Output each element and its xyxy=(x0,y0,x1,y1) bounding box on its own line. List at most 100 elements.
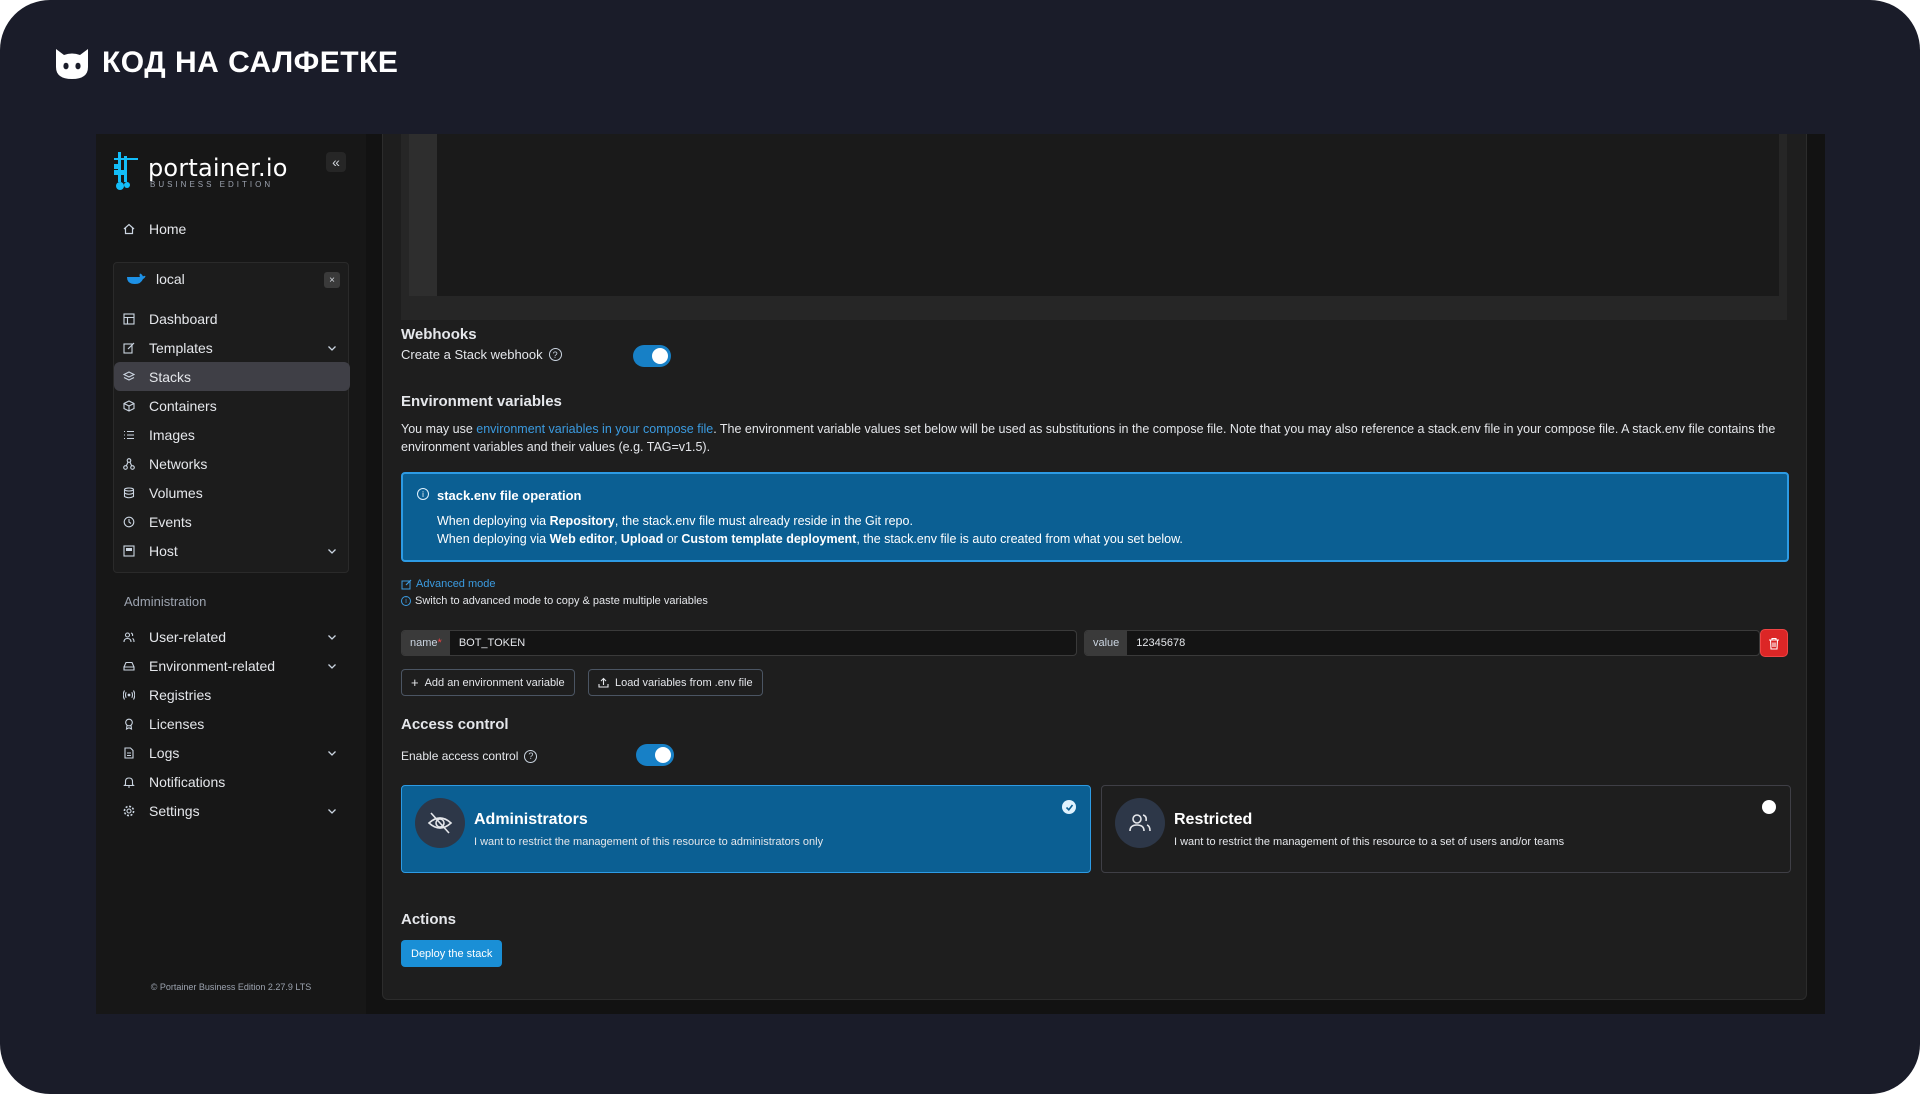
stack-env-info-box: i stack.env file operation When deployin… xyxy=(401,472,1789,562)
file-icon xyxy=(122,746,136,760)
administrators-option-card[interactable]: Administrators I want to restrict the ma… xyxy=(401,785,1091,873)
chevron-down-icon xyxy=(326,746,338,758)
version-footer: © Portainer Business Edition 2.27.9 LTS xyxy=(150,982,312,992)
bell-icon xyxy=(122,775,136,789)
name-addon: name * xyxy=(402,631,450,655)
webhook-label: Create a Stack webhook ? xyxy=(401,347,562,362)
plus-icon: + xyxy=(411,675,419,690)
sidebar-item-logs[interactable]: Logs xyxy=(114,738,350,767)
sidebar-item-user-related[interactable]: User-related xyxy=(114,622,350,651)
load-env-file-label: Load variables from .env file xyxy=(615,676,753,689)
close-environment-button[interactable]: × xyxy=(324,272,340,288)
settings-icon xyxy=(122,804,136,818)
database-icon xyxy=(122,486,136,500)
sidebar-item-environment-related[interactable]: Environment-related xyxy=(114,651,350,680)
brand-header: КОД НА САЛФЕТКЕ xyxy=(52,43,398,83)
value-addon: value xyxy=(1085,631,1128,655)
brand-title: КОД НА САЛФЕТКЕ xyxy=(102,46,399,79)
radio-button[interactable] xyxy=(1762,800,1776,814)
portainer-crane-icon xyxy=(114,152,138,190)
environment-header[interactable]: local xyxy=(126,271,185,287)
chevron-down-icon xyxy=(326,341,338,353)
env-vars-heading: Environment variables xyxy=(401,393,562,410)
deploy-stack-button[interactable]: Deploy the stack xyxy=(401,940,503,967)
trash-icon xyxy=(1769,637,1779,650)
env-vars-docs-link[interactable]: environment variables in your compose fi… xyxy=(476,422,713,436)
sidebar-item-home[interactable]: Home xyxy=(114,214,350,243)
sidebar-item-label: Dashboard xyxy=(149,310,218,327)
access-control-label-text: Enable access control xyxy=(401,749,519,763)
add-env-variable-label: Add an environment variable xyxy=(424,676,565,689)
sidebar-item-settings[interactable]: Settings xyxy=(114,796,350,825)
editor-container xyxy=(401,134,1787,320)
access-control-label: Enable access control ? xyxy=(401,749,538,763)
info-title: stack.env file operation xyxy=(437,488,582,503)
list-icon xyxy=(122,428,136,442)
box-icon xyxy=(122,399,136,413)
sidebar-item-label: Home xyxy=(149,220,187,237)
sidebar-item-label: Stacks xyxy=(149,368,192,385)
administrators-description: I want to restrict the management of thi… xyxy=(474,836,824,848)
layers-icon xyxy=(122,370,136,384)
help-icon[interactable]: ? xyxy=(524,749,538,763)
sidebar-item-dashboard[interactable]: Dashboard xyxy=(114,304,350,333)
cat-head-icon xyxy=(56,49,88,79)
sidebar-item-registries[interactable]: Registries xyxy=(114,680,350,709)
sidebar-item-licenses[interactable]: Licenses xyxy=(114,709,350,738)
network-icon xyxy=(122,457,136,471)
load-env-file-button[interactable]: Load variables from .env file xyxy=(588,669,763,696)
toggle-knob xyxy=(652,348,668,364)
advanced-mode-label: Advanced mode xyxy=(416,578,496,590)
sidebar-item-stacks[interactable]: Stacks xyxy=(114,362,350,391)
users-icon xyxy=(1115,798,1165,848)
sidebar-item-templates[interactable]: Templates xyxy=(114,333,350,362)
delete-variable-button[interactable] xyxy=(1760,629,1788,657)
restricted-title: Restricted xyxy=(1174,811,1253,828)
sidebar-item-notifications[interactable]: Notifications xyxy=(114,767,350,796)
portainer-logo[interactable]: portainer.io BUSINESS EDITION xyxy=(112,150,288,192)
sidebar-item-label: Host xyxy=(149,542,178,559)
stack-editor-main: Webhooks Create a Stack webhook ? Enviro… xyxy=(382,134,1807,1000)
sidebar-item-label: User-related xyxy=(149,628,227,645)
advanced-mode-hint: i Switch to advanced mode to copy & past… xyxy=(401,595,708,607)
sidebar-item-label: Containers xyxy=(149,397,217,414)
sidebar-item-host[interactable]: Host xyxy=(114,536,350,565)
collapse-sidebar-button[interactable]: « xyxy=(326,152,346,172)
check-icon xyxy=(1062,800,1076,814)
restricted-description: I want to restrict the management of thi… xyxy=(1174,836,1565,848)
sidebar-item-label: Notifications xyxy=(149,773,226,790)
access-control-toggle[interactable] xyxy=(636,744,674,766)
clock-icon xyxy=(122,515,136,529)
sidebar-item-events[interactable]: Events xyxy=(114,507,350,536)
sidebar-item-networks[interactable]: Networks xyxy=(114,449,350,478)
sidebar-item-label: Events xyxy=(149,513,192,530)
restricted-option-card[interactable]: Restricted I want to restrict the manage… xyxy=(1101,785,1791,873)
administrators-title: Administrators xyxy=(474,811,588,828)
sidebar-item-label: Registries xyxy=(149,686,212,703)
sidebar-item-label: Environment-related xyxy=(149,657,276,674)
sidebar-item-volumes[interactable]: Volumes xyxy=(114,478,350,507)
webhook-toggle[interactable] xyxy=(633,345,671,367)
radio-icon xyxy=(122,688,136,702)
sidebar-item-images[interactable]: Images xyxy=(114,420,350,449)
chevron-down-icon xyxy=(326,544,338,556)
env-value-input[interactable]: 12345678 xyxy=(1127,631,1759,655)
sidebar-item-containers[interactable]: Containers xyxy=(114,391,350,420)
help-icon[interactable]: ? xyxy=(548,348,562,361)
desc-text: You may use xyxy=(401,422,477,436)
advanced-mode-link[interactable]: Advanced mode xyxy=(401,578,496,590)
actions-heading: Actions xyxy=(401,911,457,928)
env-value-input-group: value 12345678 xyxy=(1084,630,1760,656)
host-icon xyxy=(122,544,136,558)
compose-editor[interactable] xyxy=(409,134,1779,296)
advanced-hint-text: Switch to advanced mode to copy & paste … xyxy=(415,595,708,607)
env-name-input[interactable]: BOT_TOKEN xyxy=(450,631,1076,655)
award-icon xyxy=(122,717,136,731)
add-env-variable-button[interactable]: + Add an environment variable xyxy=(401,669,575,696)
sidebar-item-label: Networks xyxy=(149,455,208,472)
chevron-down-icon xyxy=(326,659,338,671)
info-icon: i xyxy=(417,488,429,500)
sidebar-item-label: Settings xyxy=(149,802,200,819)
webhooks-heading: Webhooks xyxy=(401,326,477,343)
logo-name: portainer.io xyxy=(148,153,288,182)
